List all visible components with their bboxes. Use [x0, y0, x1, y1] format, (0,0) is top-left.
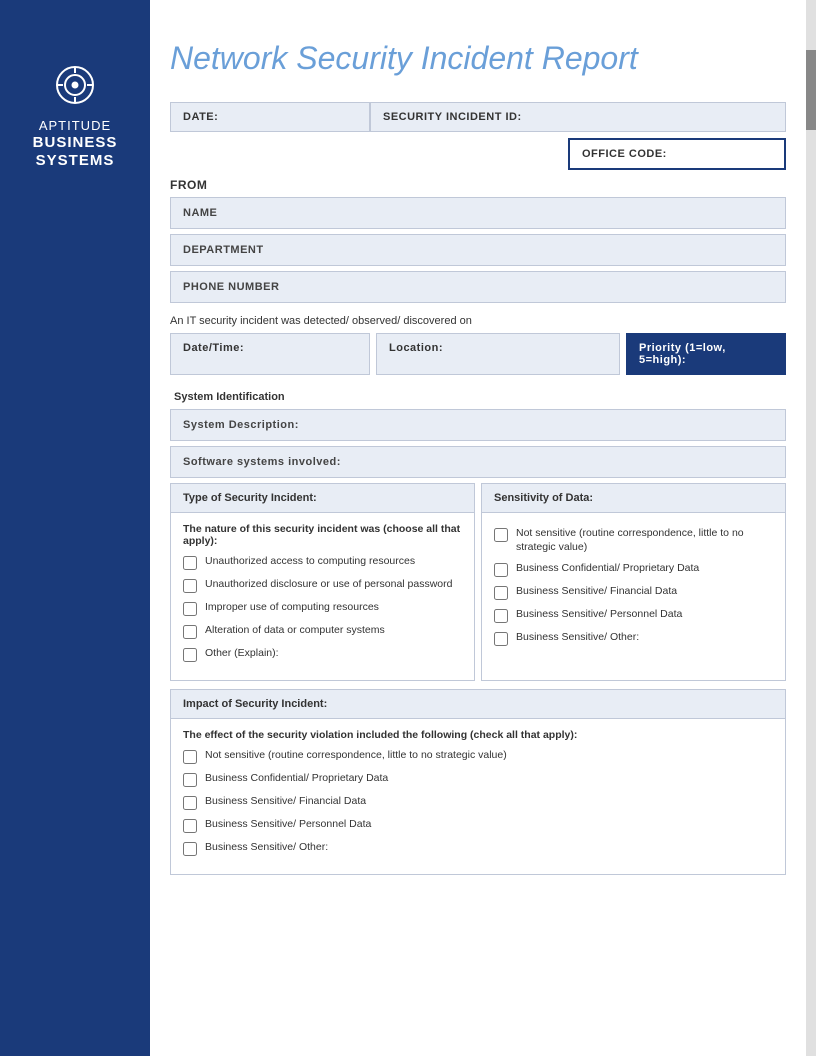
office-code-label: OFFICE CODE:	[568, 138, 786, 170]
incident-text: An IT security incident was detected/ ob…	[170, 315, 786, 327]
security-incident-checkboxes: Unauthorized access to computing resourc…	[183, 555, 462, 662]
checkbox-si3[interactable]	[183, 602, 197, 616]
date-label: DATE:	[170, 102, 370, 132]
checkbox-label-si4: Alteration of data or computer systems	[205, 624, 385, 638]
impact-intro: The effect of the security violation inc…	[183, 729, 773, 741]
list-item[interactable]: Unauthorized disclosure or use of person…	[183, 578, 462, 593]
checkbox-imp5[interactable]	[183, 842, 197, 856]
checkbox-label-sd3: Business Sensitive/ Financial Data	[516, 585, 677, 599]
priority-label: Priority (1=low, 5=high):	[626, 333, 786, 375]
sensitivity-panel: Sensitivity of Data: Not sensitive (rout…	[481, 483, 786, 681]
name-field: NAME	[170, 197, 786, 229]
checkbox-label-imp1: Not sensitive (routine correspondence, l…	[205, 749, 507, 763]
datetime-label: Date/Time:	[170, 333, 370, 375]
list-item[interactable]: Not sensitive (routine correspondence, l…	[494, 527, 773, 554]
office-code-row: OFFICE CODE:	[170, 138, 786, 170]
checkbox-label-si5: Other (Explain):	[205, 647, 279, 661]
checkbox-imp1[interactable]	[183, 750, 197, 764]
security-incident-nature-text: The nature of this security incident was…	[183, 523, 462, 547]
main-content: Network Security Incident Report DATE: S…	[150, 0, 806, 923]
impact-checkboxes: Not sensitive (routine correspondence, l…	[183, 749, 773, 856]
impact-header: Impact of Security Incident:	[171, 690, 785, 719]
checkbox-imp2[interactable]	[183, 773, 197, 787]
list-item[interactable]: Business Sensitive/ Other:	[494, 631, 773, 646]
checkbox-sd3[interactable]	[494, 586, 508, 600]
page-title: Network Security Incident Report	[170, 40, 786, 77]
list-item[interactable]: Not sensitive (routine correspondence, l…	[183, 749, 773, 764]
security-incident-body: The nature of this security incident was…	[171, 513, 474, 680]
checkbox-label-si2: Unauthorized disclosure or use of person…	[205, 578, 452, 592]
brand-business: BUSINESS	[33, 134, 118, 152]
checkbox-si4[interactable]	[183, 625, 197, 639]
sensitivity-header: Sensitivity of Data:	[482, 484, 785, 513]
list-item[interactable]: Business Sensitive/ Financial Data	[494, 585, 773, 600]
list-item[interactable]: Business Sensitive/ Personnel Data	[183, 818, 773, 833]
checkbox-si5[interactable]	[183, 648, 197, 662]
phone-field: PHONE NUMBER	[170, 271, 786, 303]
scrollbar[interactable]	[806, 0, 816, 1056]
date-security-row: DATE: SECURITY INCIDENT ID:	[170, 102, 786, 132]
scrollbar-thumb[interactable]	[806, 50, 816, 130]
checkbox-label-sd4: Business Sensitive/ Personnel Data	[516, 608, 682, 622]
dual-panel: Type of Security Incident: The nature of…	[170, 483, 786, 681]
software-systems-field: Software systems involved:	[170, 446, 786, 478]
impact-body: The effect of the security violation inc…	[171, 719, 785, 874]
checkbox-sd4[interactable]	[494, 609, 508, 623]
checkbox-label-imp4: Business Sensitive/ Personnel Data	[205, 818, 371, 832]
security-id-label: SECURITY INCIDENT ID:	[370, 102, 786, 132]
security-incident-header: Type of Security Incident:	[171, 484, 474, 513]
department-field: DEPARTMENT	[170, 234, 786, 266]
list-item[interactable]: Business Confidential/ Proprietary Data	[183, 772, 773, 787]
system-description-field: System Description:	[170, 409, 786, 441]
checkbox-label-imp2: Business Confidential/ Proprietary Data	[205, 772, 388, 786]
list-item[interactable]: Business Sensitive/ Financial Data	[183, 795, 773, 810]
sensitivity-checkboxes: Not sensitive (routine correspondence, l…	[494, 527, 773, 646]
checkbox-sd2[interactable]	[494, 563, 508, 577]
list-item[interactable]: Improper use of computing resources	[183, 601, 462, 616]
brand-text: APTITUDE BUSINESS SYSTEMS	[33, 118, 118, 170]
checkbox-label-sd1: Not sensitive (routine correspondence, l…	[516, 527, 773, 554]
checkbox-label-sd2: Business Confidential/ Proprietary Data	[516, 562, 699, 576]
checkbox-sd1[interactable]	[494, 528, 508, 542]
checkbox-imp3[interactable]	[183, 796, 197, 810]
list-item[interactable]: Business Confidential/ Proprietary Data	[494, 562, 773, 577]
brand-systems: SYSTEMS	[33, 152, 118, 170]
list-item[interactable]: Business Sensitive/ Personnel Data	[494, 608, 773, 623]
location-label: Location:	[376, 333, 620, 375]
system-identification-header: System Identification	[170, 385, 786, 409]
list-item[interactable]: Other (Explain):	[183, 647, 462, 662]
list-item[interactable]: Unauthorized access to computing resourc…	[183, 555, 462, 570]
target-icon	[50, 60, 100, 110]
checkbox-label-imp5: Business Sensitive/ Other:	[205, 841, 328, 855]
security-incident-panel: Type of Security Incident: The nature of…	[170, 483, 475, 681]
list-item[interactable]: Alteration of data or computer systems	[183, 624, 462, 639]
detection-row: Date/Time: Location: Priority (1=low, 5=…	[170, 333, 786, 375]
checkbox-label-imp3: Business Sensitive/ Financial Data	[205, 795, 366, 809]
checkbox-si1[interactable]	[183, 556, 197, 570]
checkbox-si2[interactable]	[183, 579, 197, 593]
impact-section: Impact of Security Incident: The effect …	[170, 689, 786, 875]
sidebar: APTITUDE BUSINESS SYSTEMS	[0, 0, 150, 1056]
checkbox-label-si1: Unauthorized access to computing resourc…	[205, 555, 415, 569]
from-label: FROM	[170, 178, 786, 192]
checkbox-label-si3: Improper use of computing resources	[205, 601, 379, 615]
sensitivity-body: Not sensitive (routine correspondence, l…	[482, 513, 785, 664]
checkbox-imp4[interactable]	[183, 819, 197, 833]
checkbox-label-sd5: Business Sensitive/ Other:	[516, 631, 639, 645]
checkbox-sd5[interactable]	[494, 632, 508, 646]
list-item[interactable]: Business Sensitive/ Other:	[183, 841, 773, 856]
brand-aptitude: APTITUDE	[33, 118, 118, 134]
